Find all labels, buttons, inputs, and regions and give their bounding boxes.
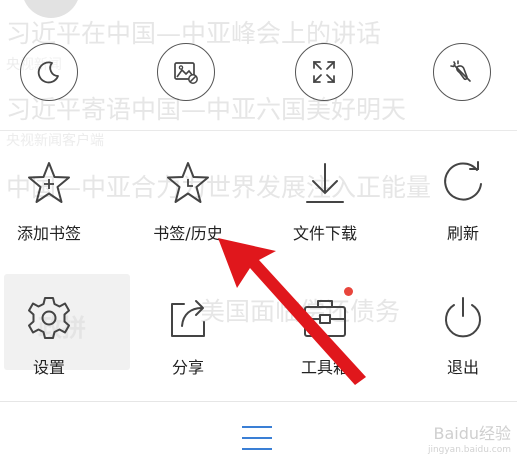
background-source: 央视新闻客户端 — [6, 133, 104, 149]
download-icon — [306, 163, 344, 203]
star-clock-icon — [167, 162, 209, 203]
toolbox-button[interactable]: 工具箱 — [270, 294, 380, 378]
no-image-icon — [174, 62, 198, 84]
share-button[interactable]: 分享 — [133, 294, 243, 378]
settings-label: 设置 — [32, 358, 65, 377]
toolbox-icon — [304, 300, 346, 337]
bookmarks-history-label: 书签/历史 — [153, 224, 223, 243]
toolbox-label: 工具箱 — [300, 358, 349, 377]
refresh-icon — [444, 161, 482, 201]
section-divider — [0, 130, 517, 131]
hamburger-icon-line — [242, 448, 272, 450]
star-plus-icon — [28, 162, 70, 203]
add-bookmark-button[interactable]: 添加书签 — [0, 160, 104, 244]
toolbox-notification-badge — [344, 287, 353, 296]
fullscreen-button[interactable] — [295, 43, 353, 101]
night-mode-button[interactable] — [20, 43, 78, 101]
refresh-label: 刷新 — [446, 224, 479, 243]
fullscreen-icon — [313, 61, 335, 83]
watermark: Baidu经验 jingyan.baidu.com — [428, 426, 511, 458]
add-bookmark-label: 添加书签 — [16, 224, 81, 243]
exit-button[interactable]: 退出 — [408, 294, 517, 378]
downloads-label: 文件下载 — [292, 224, 357, 243]
settings-button[interactable]: 设置 — [0, 294, 104, 378]
share-icon — [171, 300, 205, 337]
watermark-url: jingyan.baidu.com — [427, 445, 511, 455]
downloads-button[interactable]: 文件下载 — [270, 160, 380, 244]
power-icon — [445, 297, 481, 338]
no-trace-mode-button[interactable] — [433, 43, 491, 101]
gear-icon — [28, 297, 70, 339]
no-trace-icon — [450, 60, 471, 82]
moon-icon — [37, 61, 59, 84]
refresh-button[interactable]: 刷新 — [408, 160, 517, 244]
watermark-brand: Baidu经验 — [433, 424, 511, 443]
menu-toggle-button[interactable] — [242, 426, 272, 452]
exit-label: 退出 — [446, 358, 479, 377]
no-image-mode-button[interactable] — [157, 43, 215, 101]
bookmarks-history-button[interactable]: 书签/历史 — [133, 160, 243, 244]
share-label: 分享 — [171, 358, 204, 377]
hamburger-icon-line — [242, 437, 272, 439]
hamburger-icon-line — [242, 426, 272, 428]
